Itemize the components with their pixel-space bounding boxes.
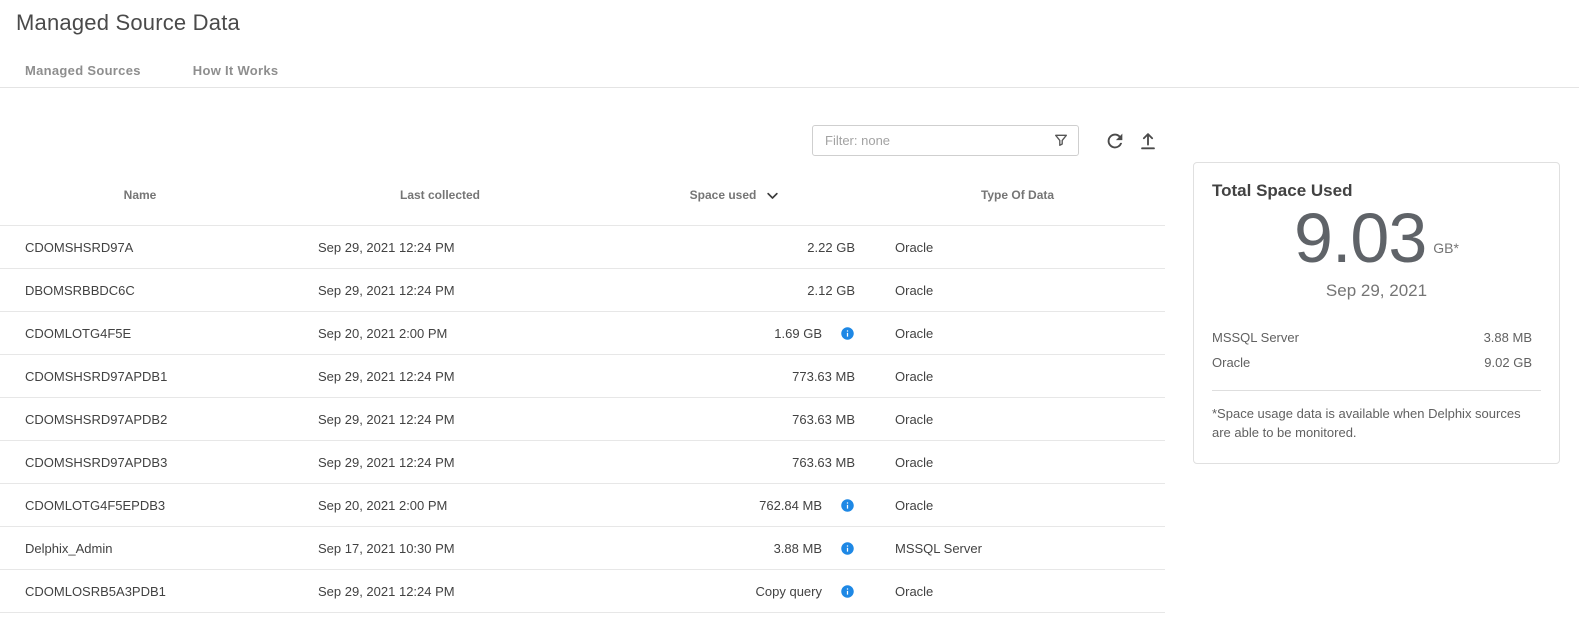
row-last-collected: Sep 29, 2021 12:24 PM: [280, 455, 600, 470]
row-type: Oracle: [870, 498, 1165, 513]
row-type: Oracle: [870, 283, 1165, 298]
tab-managed-sources[interactable]: Managed Sources: [25, 63, 141, 78]
row-space-used-cell: Copy query: [600, 584, 870, 599]
info-icon[interactable]: [840, 326, 855, 341]
row-last-collected: Sep 29, 2021 12:24 PM: [280, 283, 600, 298]
table-header: Name Last collected Space used Type Of D…: [0, 164, 1165, 226]
row-type: Oracle: [870, 240, 1165, 255]
tab-how-it-works[interactable]: How It Works: [193, 63, 279, 78]
row-space-used-cell: 2.22 GB: [600, 240, 870, 255]
row-type: Oracle: [870, 412, 1165, 427]
row-name: CDOMSHSRD97APDB3: [0, 455, 280, 470]
row-type: Oracle: [870, 584, 1165, 599]
column-header-last-collected[interactable]: Last collected: [280, 188, 600, 202]
row-type: Oracle: [870, 455, 1165, 470]
panel-divider: [1212, 390, 1541, 391]
row-space-value: 763.63 MB: [792, 455, 855, 470]
row-last-collected: Sep 29, 2021 12:24 PM: [280, 584, 600, 599]
row-last-collected: Sep 29, 2021 12:24 PM: [280, 369, 600, 384]
total-space-used-panel: Total Space Used 9.03 GB* Sep 29, 2021 MS…: [1193, 162, 1560, 464]
filter-box: [812, 125, 1079, 156]
row-space-used-cell: 763.63 MB: [600, 412, 870, 427]
breakdown-label: MSSQL Server: [1212, 330, 1299, 345]
page-title: Managed Source Data: [0, 0, 1579, 36]
row-space-used-cell: 2.12 GB: [600, 283, 870, 298]
breakdown-list: MSSQL Server 3.88 MB Oracle 9.02 GB: [1212, 325, 1541, 375]
row-name: CDOMSHSRD97APDB1: [0, 369, 280, 384]
breakdown-value: 3.88 MB: [1484, 330, 1532, 345]
info-icon[interactable]: [840, 541, 855, 556]
copy-query-action[interactable]: Copy query: [756, 584, 822, 599]
row-space-value: 1.69 GB: [774, 326, 822, 341]
filter-funnel-icon[interactable]: [1053, 132, 1069, 148]
table-row[interactable]: CDOMSHSRD97A Sep 29, 2021 12:24 PM 2.22 …: [0, 226, 1165, 269]
sort-desc-chevron-icon: [765, 188, 780, 203]
row-name: CDOMSHSRD97APDB2: [0, 412, 280, 427]
row-space-used-cell: 763.63 MB: [600, 455, 870, 470]
total-space-unit: GB*: [1433, 241, 1459, 255]
table-row[interactable]: CDOMSHSRD97APDB1 Sep 29, 2021 12:24 PM 7…: [0, 355, 1165, 398]
table-row[interactable]: CDOMLOTG4F5EPDB3 Sep 20, 2021 2:00 PM 76…: [0, 484, 1165, 527]
breakdown-label: Oracle: [1212, 355, 1250, 370]
row-space-used-cell: 1.69 GB: [600, 326, 870, 341]
row-type: Oracle: [870, 369, 1165, 384]
row-space-value: 762.84 MB: [759, 498, 822, 513]
column-header-type-of-data[interactable]: Type Of Data: [870, 188, 1165, 202]
row-name: CDOMLOTG4F5E: [0, 326, 280, 341]
row-space-value: 773.63 MB: [792, 369, 855, 384]
main-content: Name Last collected Space used Type Of D…: [0, 88, 1579, 613]
row-name: CDOMLOTG4F5EPDB3: [0, 498, 280, 513]
toolbar: [0, 88, 1165, 164]
row-name: CDOMSHSRD97A: [0, 240, 280, 255]
row-type: MSSQL Server: [870, 541, 1165, 556]
row-name: DBOMSRBBDC6C: [0, 283, 280, 298]
row-space-used-cell: 3.88 MB: [600, 541, 870, 556]
column-header-space-used[interactable]: Space used: [600, 186, 870, 203]
row-last-collected: Sep 29, 2021 12:24 PM: [280, 240, 600, 255]
row-space-value: 763.63 MB: [792, 412, 855, 427]
row-type: Oracle: [870, 326, 1165, 341]
column-header-space-used-label: Space used: [690, 188, 757, 202]
table-row[interactable]: CDOMSHSRD97APDB3 Sep 29, 2021 12:24 PM 7…: [0, 441, 1165, 484]
breakdown-value: 9.02 GB: [1484, 355, 1532, 370]
tab-bar: Managed Sources How It Works: [0, 54, 1579, 88]
table-body: CDOMSHSRD97A Sep 29, 2021 12:24 PM 2.22 …: [0, 226, 1165, 613]
row-space-value: 3.88 MB: [774, 541, 822, 556]
info-icon[interactable]: [840, 498, 855, 513]
row-space-used-cell: 773.63 MB: [600, 369, 870, 384]
row-last-collected: Sep 17, 2021 10:30 PM: [280, 541, 600, 556]
row-name: CDOMLOSRB5A3PDB1: [0, 584, 280, 599]
table-row[interactable]: DBOMSRBBDC6C Sep 29, 2021 12:24 PM 2.12 …: [0, 269, 1165, 312]
row-last-collected: Sep 20, 2021 2:00 PM: [280, 326, 600, 341]
total-space-value: 9.03: [1294, 199, 1426, 277]
filter-input[interactable]: [812, 125, 1079, 156]
refresh-icon[interactable]: [1104, 130, 1126, 152]
panel-title: Total Space Used: [1212, 181, 1541, 201]
row-space-value: 2.22 GB: [807, 240, 855, 255]
total-space-date: Sep 29, 2021: [1212, 281, 1541, 301]
space-usage-footnote: *Space usage data is available when Delp…: [1212, 405, 1541, 443]
breakdown-row: MSSQL Server 3.88 MB: [1212, 325, 1541, 350]
row-last-collected: Sep 20, 2021 2:00 PM: [280, 498, 600, 513]
row-last-collected: Sep 29, 2021 12:24 PM: [280, 412, 600, 427]
row-name: Delphix_Admin: [0, 541, 280, 556]
table-row[interactable]: CDOMLOSRB5A3PDB1 Sep 29, 2021 12:24 PM C…: [0, 570, 1165, 613]
table-row[interactable]: Delphix_Admin Sep 17, 2021 10:30 PM 3.88…: [0, 527, 1165, 570]
row-space-value: 2.12 GB: [807, 283, 855, 298]
table-row[interactable]: CDOMSHSRD97APDB2 Sep 29, 2021 12:24 PM 7…: [0, 398, 1165, 441]
row-space-used-cell: 762.84 MB: [600, 498, 870, 513]
column-header-name[interactable]: Name: [0, 188, 280, 202]
table-row[interactable]: CDOMLOTG4F5E Sep 20, 2021 2:00 PM 1.69 G…: [0, 312, 1165, 355]
info-icon[interactable]: [840, 584, 855, 599]
upload-icon[interactable]: [1137, 130, 1159, 152]
breakdown-row: Oracle 9.02 GB: [1212, 350, 1541, 375]
